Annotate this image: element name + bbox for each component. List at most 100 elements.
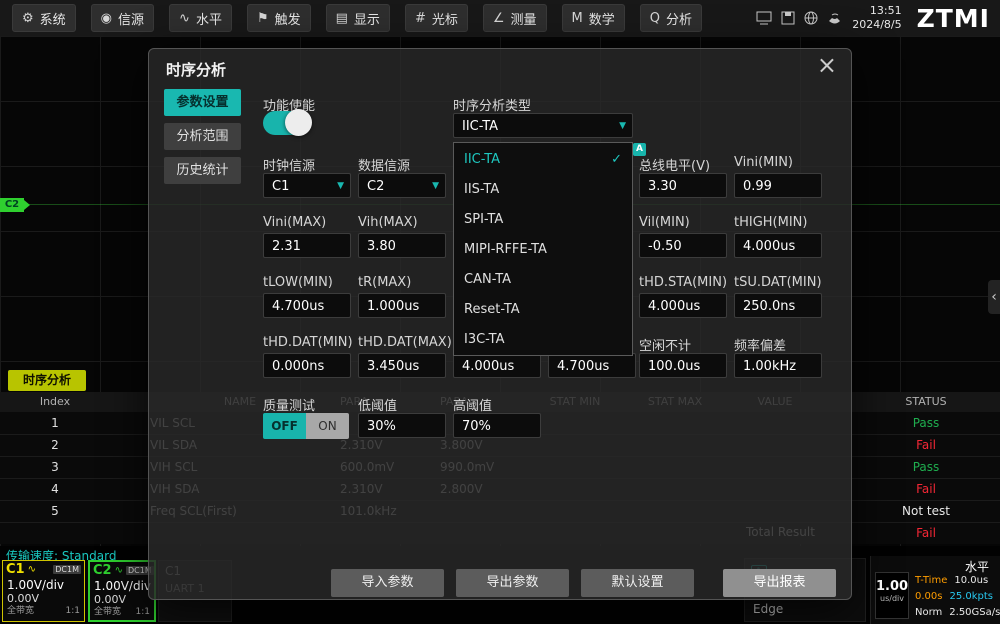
- idle-skip-label: 空闲不计: [639, 335, 691, 354]
- option-spi-ta[interactable]: SPI-TA: [454, 205, 632, 235]
- clock-source-label: 时钟信源: [263, 155, 315, 174]
- tsu-dat-min-field[interactable]: 250.0ns: [734, 293, 822, 318]
- horizontal-readouts: T-Time10.0us 0.00s25.0kpts Norm2.50GSa/s: [915, 573, 1000, 621]
- delay-value: 0.00s: [915, 589, 942, 605]
- enable-toggle[interactable]: [263, 111, 309, 135]
- thd-dat-min-label: tHD.DAT(MIN): [263, 335, 353, 350]
- menu-display-label: 显示: [354, 9, 380, 28]
- quality-on-button[interactable]: ON: [306, 413, 349, 439]
- thd-dat-max-label: tHD.DAT(MAX): [358, 335, 452, 350]
- channel-2-badge[interactable]: C2 ∿ DC1M 1.00V/div 0.00V 全带宽1:1: [88, 560, 156, 622]
- vini-min-label: Vini(MIN): [734, 155, 793, 170]
- option-can-ta[interactable]: CAN-TA: [454, 265, 632, 295]
- option-reset-ta[interactable]: Reset-TA: [454, 295, 632, 325]
- c2-channel-marker[interactable]: C2: [0, 198, 24, 212]
- data-source-label: 数据信源: [358, 155, 410, 174]
- wave-icon: ∿: [179, 11, 190, 26]
- menu-analyze-label: 分析: [666, 9, 692, 28]
- side-panel-handle[interactable]: ‹: [988, 280, 1000, 314]
- vil-min-field[interactable]: -0.50: [639, 233, 727, 258]
- option-mipi-rffe-ta[interactable]: MIPI-RFFE-TA: [454, 235, 632, 265]
- clock-source-dropdown[interactable]: C1 ▼: [263, 173, 351, 198]
- vini-max-field[interactable]: 2.31: [263, 233, 351, 258]
- data-source-dropdown[interactable]: C2 ▼: [358, 173, 446, 198]
- hidden-field-2[interactable]: 4.700us: [548, 353, 636, 378]
- bus-level-field[interactable]: 3.30: [639, 173, 727, 198]
- thigh-min-field[interactable]: 4.000us: [734, 233, 822, 258]
- measure-icon: ∠: [493, 11, 505, 26]
- tr-max-label: tR(MAX): [358, 275, 411, 290]
- tab-analysis-range[interactable]: 分析范围: [164, 123, 241, 150]
- tab-history-stats[interactable]: 历史统计: [164, 157, 241, 184]
- type-dropdown-list: IIC-TA✓ IIS-TA SPI-TA MIPI-RFFE-TA CAN-T…: [453, 142, 633, 356]
- save-icon[interactable]: [781, 11, 795, 25]
- export-report-button[interactable]: 导出报表: [723, 569, 836, 597]
- clock: 13:51 2024/8/5: [852, 4, 901, 32]
- timebase-box: 1.00 us/div: [875, 572, 909, 619]
- freq-dev-field[interactable]: 1.00kHz: [734, 353, 822, 378]
- option-iic-ta[interactable]: IIC-TA✓: [454, 145, 632, 175]
- phone-icon[interactable]: [827, 11, 843, 25]
- channel-2-offset: 0.00V: [90, 593, 154, 606]
- menu-source-button[interactable]: ◉信源: [91, 4, 154, 32]
- channel-2-scale: 1.00V/div: [90, 579, 154, 593]
- status-badge: Pass: [852, 456, 1000, 478]
- high-threshold-field[interactable]: 70%: [453, 413, 541, 438]
- coupling-badge: DC1M: [53, 565, 81, 574]
- math-icon: M: [572, 11, 583, 26]
- topbar-status-area: 13:51 2024/8/5 ZTMI: [756, 4, 1000, 33]
- menu-analyze-button[interactable]: Q分析: [640, 4, 702, 32]
- menu-system-label: 系统: [40, 9, 66, 28]
- brand-logo: ZTMI: [917, 4, 990, 33]
- cursor-icon: #: [415, 11, 426, 26]
- thd-dat-max-field[interactable]: 3.450us: [358, 353, 446, 378]
- timing-analysis-tab[interactable]: 时序分析: [8, 370, 86, 391]
- default-settings-button[interactable]: 默认设置: [581, 569, 694, 597]
- tr-max-field[interactable]: 1.000us: [358, 293, 446, 318]
- freq-dev-label: 频率偏差: [734, 335, 786, 354]
- channel-2-probe: 1:1: [136, 606, 150, 618]
- flag-icon: ⚑: [257, 11, 269, 26]
- high-threshold-label: 高阈值: [453, 395, 492, 414]
- quality-off-button[interactable]: OFF: [263, 413, 306, 439]
- t-time-label: T-Time: [915, 573, 947, 589]
- menu-system-button[interactable]: ⚙ 系统: [12, 4, 76, 32]
- option-iis-ta[interactable]: IIS-TA: [454, 175, 632, 205]
- option-i3c-ta[interactable]: I3C-TA: [454, 325, 632, 355]
- oscilloscope-screen: ⚙ 系统 ◉信源 ∿ 水平 ⚑触发 ▤显示 # 光标 ∠测量 M数学 Q分析 13:5…: [0, 0, 1000, 624]
- clock-time: 13:51: [852, 4, 901, 18]
- vih-max-label: Vih(MAX): [358, 215, 418, 230]
- cell-index: 2: [0, 434, 110, 456]
- clock-date: 2024/8/5: [852, 18, 901, 32]
- menu-math-button[interactable]: M数学: [562, 4, 625, 32]
- close-icon[interactable]: ×: [817, 51, 837, 79]
- export-params-button[interactable]: 导出参数: [456, 569, 569, 597]
- menu-cursor-label: 光标: [432, 9, 458, 28]
- channel-1-scale: 1.00V/div: [3, 578, 84, 592]
- channel-1-badge[interactable]: C1 ∿ DC1M 1.00V/div 0.00V 全带宽1:1: [2, 560, 85, 622]
- menu-horizontal-button[interactable]: ∿ 水平: [169, 4, 232, 32]
- idle-skip-field[interactable]: 100.0us: [639, 353, 727, 378]
- menu-display-button[interactable]: ▤显示: [326, 4, 390, 32]
- horizontal-panel[interactable]: 水平 1.00 us/div T-Time10.0us 0.00s25.0kpt…: [870, 556, 1000, 624]
- tab-parameter-settings[interactable]: 参数设置: [164, 89, 241, 116]
- low-threshold-field[interactable]: 30%: [358, 413, 446, 438]
- screencast-icon[interactable]: [756, 11, 772, 25]
- vih-max-field[interactable]: 3.80: [358, 233, 446, 258]
- thd-sta-min-label: tHD.STA(MIN): [639, 275, 727, 290]
- tlow-min-field[interactable]: 4.700us: [263, 293, 351, 318]
- gear-icon: ⚙: [22, 11, 34, 26]
- type-dropdown[interactable]: IIC-TA ▼: [453, 113, 633, 138]
- thd-sta-min-field[interactable]: 4.000us: [639, 293, 727, 318]
- menu-cursor-button[interactable]: # 光标: [405, 4, 468, 32]
- import-params-button[interactable]: 导入参数: [331, 569, 444, 597]
- thd-dat-min-field[interactable]: 0.000ns: [263, 353, 351, 378]
- toggle-knob: [285, 109, 312, 136]
- network-icon[interactable]: [804, 11, 818, 25]
- vini-min-field[interactable]: 0.99: [734, 173, 822, 198]
- hidden-field-1[interactable]: 4.000us: [453, 353, 541, 378]
- vini-max-label: Vini(MAX): [263, 215, 326, 230]
- menu-measure-button[interactable]: ∠测量: [483, 4, 547, 32]
- menu-horizontal-label: 水平: [196, 9, 222, 28]
- menu-trigger-button[interactable]: ⚑触发: [247, 4, 311, 32]
